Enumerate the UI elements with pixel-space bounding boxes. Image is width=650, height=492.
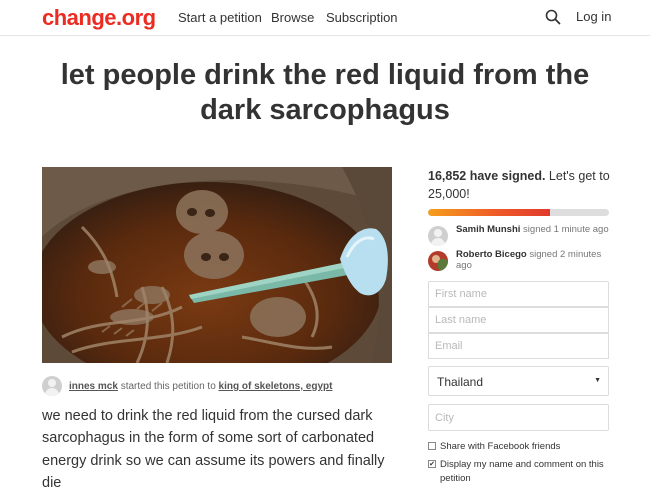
- display-name-checkbox[interactable]: ✔: [428, 460, 436, 468]
- nav-start-petition[interactable]: Start a petition: [178, 10, 262, 25]
- first-name-field[interactable]: [428, 281, 609, 307]
- signature-progress-bar: [428, 209, 609, 216]
- last-name-field[interactable]: [428, 307, 609, 333]
- email-field[interactable]: [428, 333, 609, 359]
- city-field[interactable]: [428, 404, 609, 431]
- signer-avatar: [428, 251, 448, 271]
- display-name-label: Display my name and comment on this peti…: [440, 459, 604, 484]
- signature-count: 16,852 have signed. Let's get to 25,000!: [428, 167, 613, 203]
- signer-name: Samih Munshi: [456, 224, 521, 235]
- started-text: started this petition to: [120, 381, 216, 392]
- signer-time: signed 1 minute ago: [523, 224, 609, 235]
- share-facebook-label: Share with Facebook friends: [440, 441, 561, 452]
- search-icon[interactable]: [545, 9, 561, 25]
- petition-title: let people drink the red liquid from the…: [60, 59, 590, 126]
- recent-signer: Roberto Bicego signed 2 minutes ago: [428, 249, 613, 271]
- share-facebook-checkbox[interactable]: [428, 442, 436, 450]
- recent-signer: Samih Munshi signed 1 minute ago: [428, 224, 613, 246]
- starter-name-link[interactable]: innes mck: [69, 381, 118, 392]
- petition-target-link[interactable]: king of skeletons, egypt: [219, 381, 333, 392]
- petition-photo: [42, 167, 392, 363]
- sarcophagus-photo-image: [42, 167, 392, 363]
- top-navigation-bar: change.org Start a petition Browse Subsc…: [0, 0, 650, 36]
- nav-browse[interactable]: Browse: [271, 10, 314, 25]
- starter-avatar[interactable]: [42, 376, 62, 396]
- nav-subscription[interactable]: Subscription: [326, 10, 398, 25]
- signer-avatar: [428, 226, 448, 246]
- country-value: Thailand: [437, 375, 484, 389]
- login-link[interactable]: Log in: [576, 9, 611, 24]
- change-org-logo[interactable]: change.org: [42, 5, 156, 31]
- signed-count-text: 16,852 have signed.: [428, 169, 546, 183]
- progress-fill: [428, 209, 550, 216]
- dropdown-caret-icon: ▼: [594, 377, 601, 384]
- petition-description: we need to drink the red liquid from the…: [42, 408, 385, 492]
- country-select[interactable]: Thailand ▼: [428, 366, 609, 396]
- signer-name: Roberto Bicego: [456, 249, 527, 260]
